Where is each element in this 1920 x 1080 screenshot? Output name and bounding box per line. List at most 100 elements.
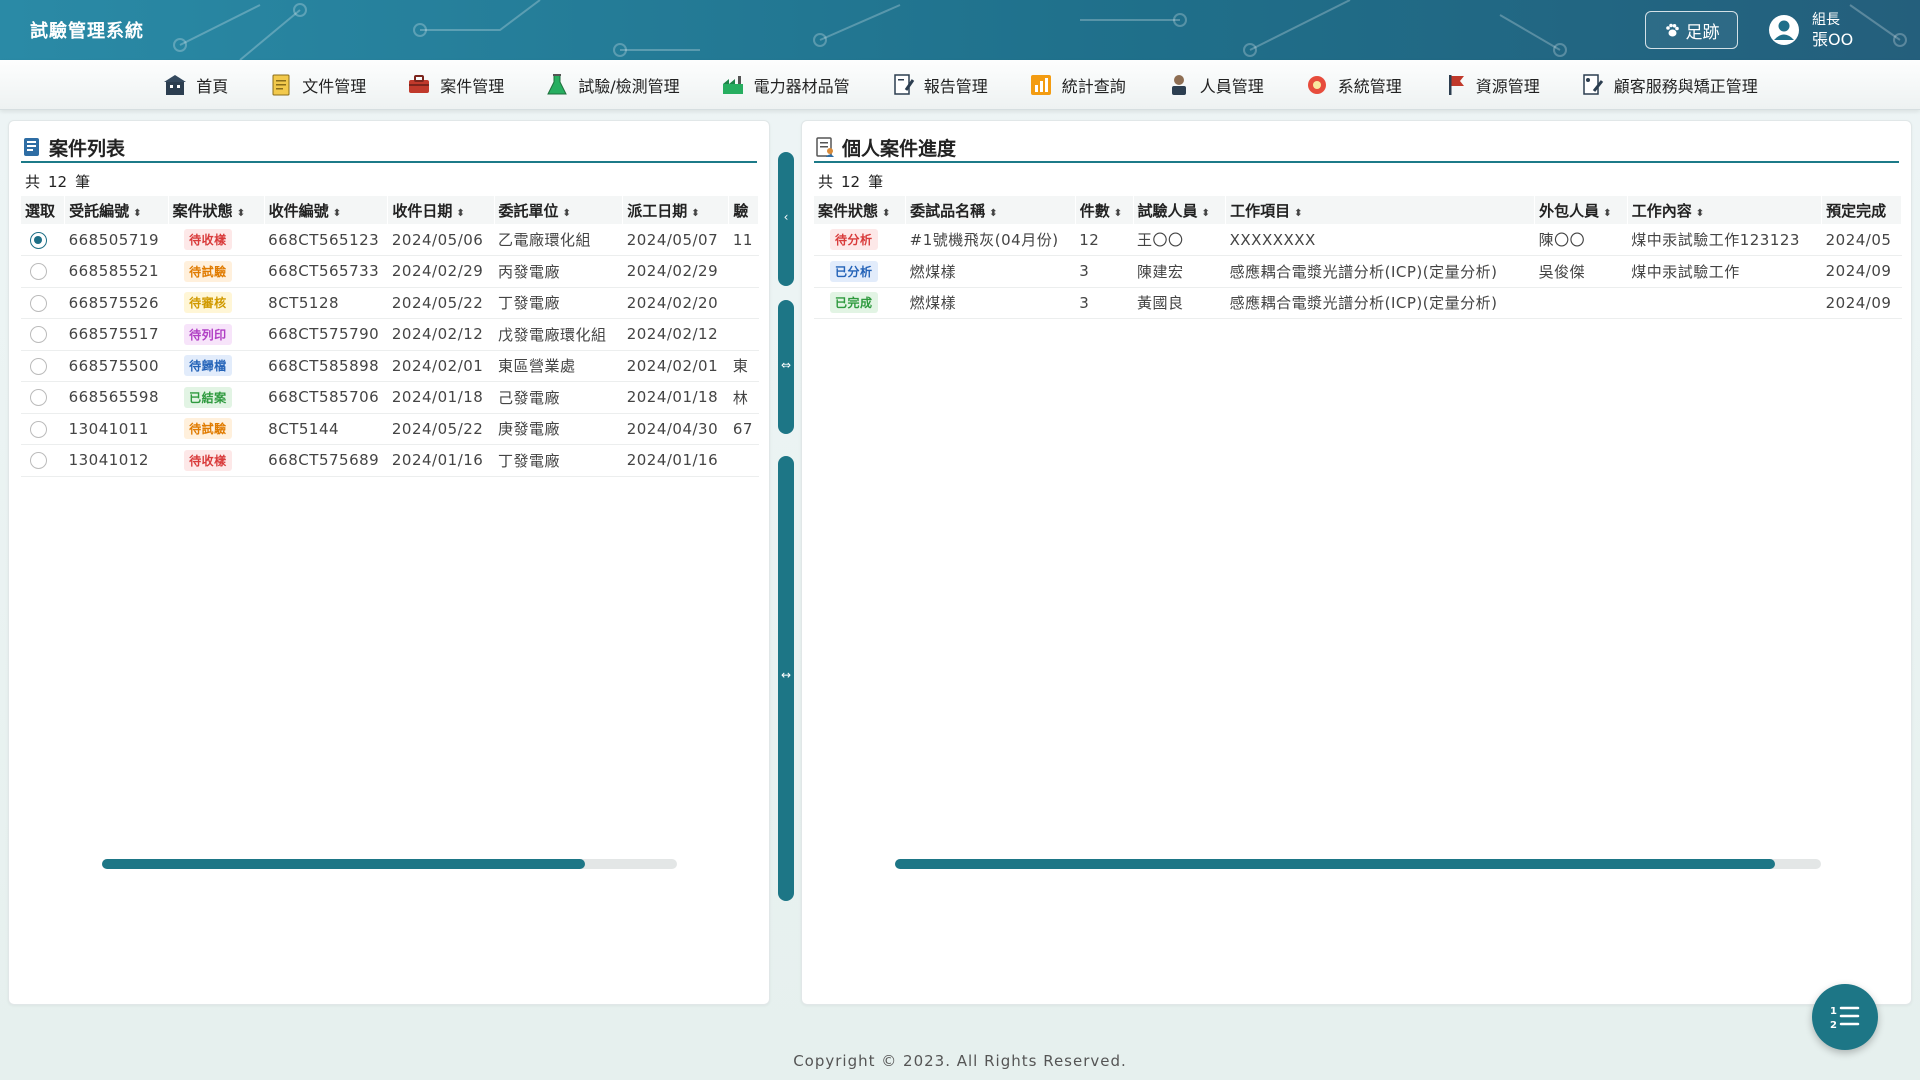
user-avatar-icon	[1769, 15, 1799, 45]
svg-text:1: 1	[1830, 1006, 1837, 1017]
table-row[interactable]: 13041012 待收樣 668CT575689 2024/01/16 丁發電廠…	[21, 444, 759, 477]
left-col-header[interactable]: 派工日期 ⬍	[622, 196, 730, 224]
footprint-label: 足跡	[1685, 22, 1720, 43]
resize-handle[interactable]: ↔	[778, 456, 794, 901]
user-menu[interactable]: 組長 張OO	[1768, 10, 1853, 50]
left-col-header[interactable]: 案件狀態 ⬍	[168, 196, 265, 224]
sort-icon: ⬍	[691, 207, 700, 219]
table-row[interactable]: 已完成 燃煤樣 3 黃國良 感應耦合電漿光譜分析(ICP)(定量分析) 2024…	[814, 287, 1902, 319]
nav-item-4[interactable]: 電力器材品管	[700, 60, 870, 110]
left-col-header[interactable]: 受託編號 ⬍	[64, 196, 169, 224]
nav-item-label: 顧客服務與矯正管理	[1613, 76, 1758, 96]
left-col-header[interactable]: 選取	[21, 196, 66, 224]
nav-item-7[interactable]: 人員管理	[1146, 60, 1284, 110]
nav-item-3[interactable]: 試驗/檢測管理	[524, 60, 699, 110]
receive-date: 2024/02/01	[387, 350, 495, 382]
nav-item-8[interactable]: 系統管理	[1284, 60, 1422, 110]
sort-icon: ⬍	[1294, 207, 1303, 219]
nav-item-label: 統計查詢	[1061, 76, 1126, 96]
row-select-radio[interactable]	[21, 444, 65, 477]
right-col-header[interactable]: 試驗人員 ⬍	[1133, 196, 1227, 224]
nav-item-1[interactable]: 文件管理	[248, 60, 386, 110]
dispatch-date: 2024/04/30	[622, 413, 729, 445]
right-col-header[interactable]: 件數 ⬍	[1075, 196, 1134, 224]
right-col-header[interactable]: 外包人員 ⬍	[1534, 196, 1628, 224]
table-row[interactable]: 已分析 燃煤樣 3 陳建宏 感應耦合電漿光譜分析(ICP)(定量分析) 吳俊傑 …	[814, 255, 1902, 288]
extra-col: 林	[728, 381, 759, 414]
chevron-left-icon: ‹	[783, 210, 789, 224]
row-select-radio[interactable]	[21, 381, 65, 414]
case-table-wrapper: 選取 受託編號 ⬍ 案件狀態 ⬍ 收件編號 ⬍ 收件日期 ⬍ 委託單位 ⬍ 派工日期 ⬍ 驗 668505…	[21, 196, 759, 596]
footprint-button[interactable]: 足跡	[1645, 11, 1738, 49]
receive-date: 2024/01/16	[387, 444, 495, 477]
customer-service-icon	[1583, 73, 1603, 95]
right-col-header[interactable]: 工作項目 ⬍	[1225, 196, 1536, 224]
left-col-header[interactable]: 驗	[728, 196, 759, 224]
ordered-list-fab-button[interactable]: 12	[1812, 984, 1878, 1050]
table-row[interactable]: 668585521 待試驗 668CT565733 2024/02/29 丙發電…	[21, 255, 759, 288]
table-row[interactable]: 668575500 待歸檔 668CT585898 2024/02/01 東區營…	[21, 350, 759, 382]
nav-item-0[interactable]: 首頁	[142, 60, 248, 110]
person-icon	[1171, 74, 1186, 95]
row-select-radio[interactable]	[21, 318, 65, 351]
nav-item-9[interactable]: 資源管理	[1422, 60, 1560, 110]
left-col-header[interactable]: 收件日期 ⬍	[387, 196, 495, 224]
nav-item-6[interactable]: 統計查詢	[1008, 60, 1146, 110]
right-col-header[interactable]: 委試品名稱 ⬍	[905, 196, 1076, 224]
case-id: 13041011	[64, 413, 169, 445]
user-name: 張OO	[1812, 30, 1854, 49]
sort-icon: ⬍	[236, 207, 246, 219]
case-table-scroll-thumb[interactable]	[102, 859, 585, 869]
case-table-scrollbar[interactable]	[102, 859, 677, 869]
receive-no: 668CT575790	[264, 318, 388, 351]
progress-table-scroll-thumb[interactable]	[895, 859, 1775, 869]
case-status: 已結案	[168, 381, 265, 414]
left-col-header[interactable]: 委託單位 ⬍	[494, 196, 624, 224]
extra-col: 東	[728, 350, 759, 382]
nav-item-10[interactable]: 顧客服務與矯正管理	[1560, 60, 1778, 110]
receive-no: 668CT585898	[264, 350, 388, 382]
collapse-panel-handle[interactable]: ‹	[778, 152, 794, 286]
status-badge: 待歸檔	[184, 355, 232, 377]
row-select-radio[interactable]	[21, 287, 65, 319]
row-select-radio[interactable]	[21, 350, 65, 382]
split-view-handle[interactable]: ⇔	[778, 300, 794, 434]
flag-icon	[1448, 74, 1464, 95]
nav-item-2[interactable]: 案件管理	[386, 60, 524, 110]
report-icon	[893, 73, 914, 95]
progress-count: 共 12 筆	[818, 173, 884, 191]
right-col-header[interactable]: 工作內容 ⬍	[1627, 196, 1823, 224]
left-col-header[interactable]: 收件編號 ⬍	[264, 196, 389, 224]
nav-item-5[interactable]: 報告管理	[870, 60, 1008, 110]
row-select-radio[interactable]	[21, 255, 65, 288]
tester: 王〇〇	[1133, 224, 1226, 256]
document-icon	[272, 74, 290, 95]
circuit-pattern-decoration	[173, 0, 1907, 60]
sort-icon: ⬍	[989, 207, 998, 219]
right-col-header[interactable]: 預定完成	[1821, 196, 1902, 224]
client-unit: 庚發電廠	[494, 413, 623, 445]
quantity: 3	[1075, 255, 1133, 288]
table-row[interactable]: 668575526 待審核 8CT5128 2024/05/22 丁發電廠 20…	[21, 287, 759, 319]
table-row[interactable]: 668575517 待列印 668CT575790 2024/02/12 戊發電…	[21, 318, 759, 351]
dispatch-date: 2024/01/18	[622, 381, 729, 414]
progress-status: 待分析	[814, 224, 906, 256]
nav-item-label: 電力器材品管	[753, 76, 850, 96]
table-row[interactable]: 668505719 待收樣 668CT565123 2024/05/06 乙電廠…	[21, 224, 759, 256]
progress-table-scrollbar[interactable]	[895, 859, 1821, 869]
row-select-radio[interactable]	[21, 413, 65, 445]
outsource-person	[1534, 287, 1628, 319]
table-row[interactable]: 668565598 已結案 668CT585706 2024/01/18 己發電…	[21, 381, 759, 414]
table-row[interactable]: 13041011 待試驗 8CT5144 2024/05/22 庚發電廠 202…	[21, 413, 759, 445]
ordered-list-icon: 12	[1830, 1006, 1860, 1031]
user-role: 組長	[1812, 12, 1840, 28]
table-row[interactable]: 待分析 #1號機飛灰(04月份) 12 王〇〇 XXXXXXXX 陳〇〇 煤中汞…	[814, 224, 1902, 256]
case-id: 668575517	[64, 318, 169, 351]
sort-icon: ⬍	[133, 207, 142, 219]
row-select-radio[interactable]	[21, 224, 65, 256]
right-col-header[interactable]: 案件狀態 ⬍	[814, 196, 907, 224]
personal-progress-panel: 個人案件進度 共 12 筆 案件狀態 ⬍ 委試品名稱 ⬍ 件數 ⬍ 試驗人員 ⬍ 工作項目 ⬍ 外包人員…	[801, 120, 1912, 1005]
outsource-person: 陳〇〇	[1534, 224, 1628, 256]
status-badge: 待試驗	[184, 418, 232, 440]
flask-icon	[547, 73, 568, 94]
